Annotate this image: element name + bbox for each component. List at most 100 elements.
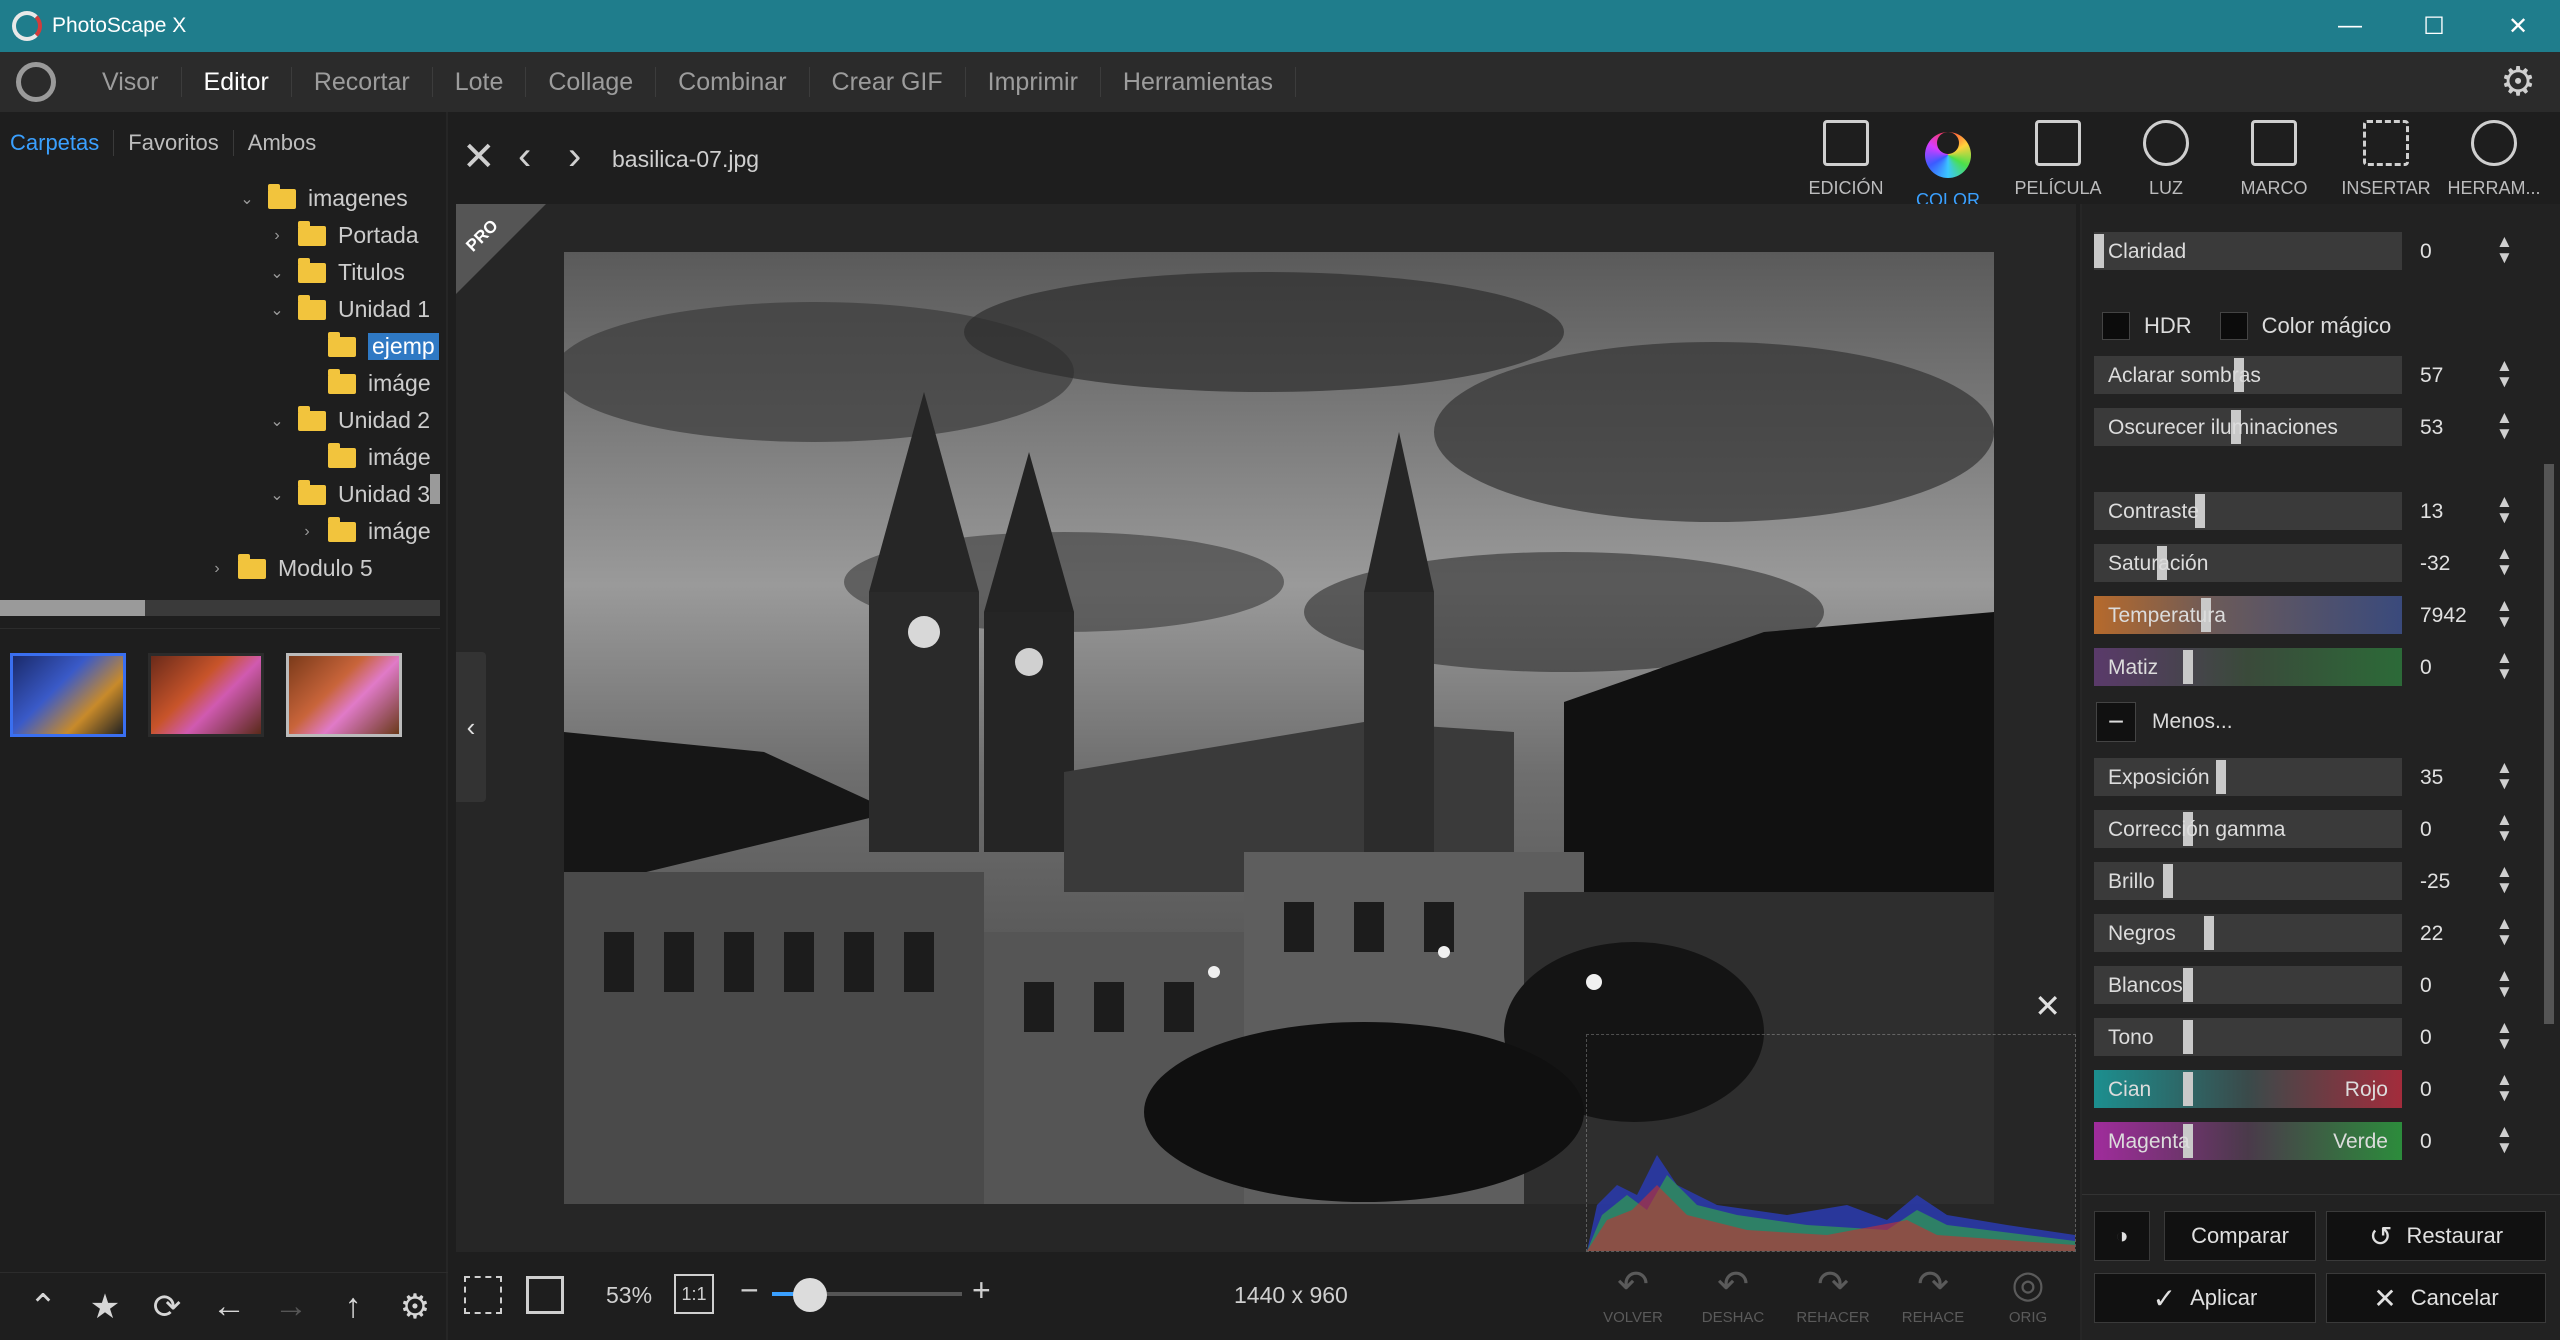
arrow-left-icon[interactable]: ←	[198, 1287, 260, 1326]
spinner-arrows-icon[interactable]: ▲ ▼	[2496, 233, 2513, 266]
history-rehacer-todo-button[interactable]: ↷ REHACE	[1888, 1262, 1978, 1326]
slider-value[interactable]: 0	[2420, 974, 2432, 998]
arrow-up-icon[interactable]: ↑	[322, 1287, 384, 1326]
grid-toggle-icon[interactable]	[464, 1276, 502, 1314]
slider-value[interactable]: 0	[2420, 1130, 2432, 1154]
minimize-button[interactable]: —	[2308, 0, 2392, 52]
tab-carpetas[interactable]: Carpetas	[10, 130, 115, 156]
slider-value[interactable]: -32	[2420, 552, 2450, 576]
apply-button[interactable]: ✓ Aplicar	[2094, 1273, 2316, 1323]
spinner-arrows-icon[interactable]: ▲ ▼	[2496, 967, 2513, 1000]
slider-handle[interactable]	[2183, 1072, 2193, 1106]
tree-item[interactable]: ⌄ Titulos	[266, 254, 405, 291]
tree-item[interactable]: › Modulo 5	[206, 550, 373, 587]
slider-handle[interactable]	[2204, 916, 2214, 950]
slider-claridad[interactable]: Claridad 0 ▲ ▼	[2094, 232, 2514, 270]
thumbnail-viajeros-1[interactable]	[148, 653, 264, 737]
tree-item[interactable]: ⌄ Unidad 2	[266, 402, 430, 439]
close-button[interactable]: ✕	[2476, 0, 2560, 52]
spinner-arrows-icon[interactable]: ▲ ▼	[2496, 409, 2513, 442]
slider-handle[interactable]	[2183, 650, 2193, 684]
slider-value[interactable]: 22	[2420, 922, 2443, 946]
history-deshacer-button[interactable]: ↶ DESHAC	[1688, 1262, 1778, 1326]
thumbnail-viajeros-2[interactable]	[286, 653, 402, 737]
slider-value[interactable]: -25	[2420, 870, 2450, 894]
chevron-down-icon[interactable]: ⌄	[266, 300, 288, 320]
chevron-down-icon[interactable]: ⌄	[266, 485, 288, 505]
zoom-out-button[interactable]: −	[740, 1272, 759, 1309]
spinner-arrows-icon[interactable]: ▲ ▼	[2496, 1019, 2513, 1052]
tool-tab-insertar[interactable]: INSERTAR	[2332, 120, 2440, 204]
tool-tab-pelicula[interactable]: PELÍCULA	[2004, 120, 2112, 204]
tree-item[interactable]: imáge	[296, 439, 431, 476]
less-options-row[interactable]: − Menos...	[2096, 702, 2233, 742]
chevron-down-icon[interactable]: ⌄	[236, 189, 258, 209]
spinner-arrows-icon[interactable]: ▲ ▼	[2496, 597, 2513, 630]
tool-tab-luz[interactable]: LUZ	[2112, 120, 2220, 204]
slider-value[interactable]: 57	[2420, 364, 2443, 388]
slider-value[interactable]: 0	[2420, 818, 2432, 842]
slider-magenta[interactable]: Magenta Verde 0 ▲ ▼	[2094, 1122, 2514, 1160]
slider-oscurecer-iluminaciones[interactable]: Oscurecer iluminaciones 53 ▲ ▼	[2094, 408, 2514, 446]
history-original-button[interactable]: ◎ ORIG	[1988, 1262, 2068, 1326]
slider-handle[interactable]	[2183, 968, 2193, 1002]
gear-icon[interactable]: ⚙	[384, 1287, 446, 1327]
chevron-down-icon[interactable]: ⌄	[266, 263, 288, 283]
slider-tono[interactable]: Tono 0 ▲ ▼	[2094, 1018, 2514, 1056]
spinner-arrows-icon[interactable]: ▲ ▼	[2496, 915, 2513, 948]
slider-exposición[interactable]: Exposición 35 ▲ ▼	[2094, 758, 2514, 796]
slider-blancos[interactable]: Blancos 0 ▲ ▼	[2094, 966, 2514, 1004]
cancel-button[interactable]: ✕ Cancelar	[2326, 1273, 2546, 1323]
collapse-minus-icon[interactable]: −	[2096, 702, 2136, 742]
history-volver-button[interactable]: ↶ VOLVER	[1588, 1262, 1678, 1326]
slider-value[interactable]: 13	[2420, 500, 2443, 524]
tool-tab-herramientas[interactable]: HERRAM...	[2440, 120, 2548, 204]
close-histogram-icon[interactable]: ✕	[2034, 987, 2061, 1025]
tree-item[interactable]: › imáge	[296, 513, 431, 550]
actual-size-button[interactable]: 1:1	[674, 1274, 714, 1314]
tool-tab-color[interactable]: COLOR	[1894, 120, 2002, 210]
spinner-arrows-icon[interactable]: ▲ ▼	[2496, 545, 2513, 578]
chevron-right-icon[interactable]: ›	[206, 560, 228, 578]
fit-view-icon[interactable]	[526, 1276, 564, 1314]
spinner-arrows-icon[interactable]: ▲ ▼	[2496, 863, 2513, 896]
tree-vertical-scrollbar[interactable]	[430, 474, 440, 504]
tree-item[interactable]: ⌄ Unidad 1	[266, 291, 430, 328]
menu-editor[interactable]: Editor	[182, 67, 292, 97]
slider-saturación[interactable]: Saturación -32 ▲ ▼	[2094, 544, 2514, 582]
spinner-arrows-icon[interactable]: ▲ ▼	[2496, 759, 2513, 792]
close-image-icon[interactable]: ✕	[462, 134, 496, 180]
arrow-right-icon[interactable]: →	[260, 1287, 322, 1326]
collapse-panel-button[interactable]: ‹	[456, 652, 486, 802]
slider-handle[interactable]	[2094, 234, 2104, 268]
history-rehacer-button[interactable]: ↷ REHACER	[1788, 1262, 1878, 1326]
chevron-right-icon[interactable]: ›	[266, 227, 288, 245]
compare-button[interactable]: Comparar	[2164, 1211, 2316, 1261]
zoom-slider-handle[interactable]	[793, 1278, 827, 1312]
zoom-in-button[interactable]: +	[972, 1272, 991, 1309]
tree-item[interactable]: › Portada	[266, 217, 419, 254]
slider-corrección-gamma[interactable]: Corrección gamma 0 ▲ ▼	[2094, 810, 2514, 848]
slider-value[interactable]: 0	[2420, 1026, 2432, 1050]
slider-value[interactable]: 35	[2420, 766, 2443, 790]
settings-gear-icon[interactable]: ⚙	[2498, 62, 2538, 102]
hdr-checkbox[interactable]	[2102, 312, 2130, 340]
tree-item-selected[interactable]: ejemp	[296, 328, 439, 365]
chevron-up-icon[interactable]: ⌃	[12, 1287, 74, 1327]
star-icon[interactable]: ★	[74, 1287, 136, 1327]
menu-recortar[interactable]: Recortar	[292, 67, 433, 97]
tree-item[interactable]: ⌄ Unidad 3	[266, 476, 430, 513]
maximize-button[interactable]: ☐	[2392, 0, 2476, 52]
spinner-arrows-icon[interactable]: ▲ ▼	[2496, 1123, 2513, 1156]
image-canvas[interactable]: PRO ‹ ✕	[456, 204, 2076, 1252]
tree-horizontal-scrollbar[interactable]	[0, 600, 145, 616]
slider-brillo[interactable]: Brillo -25 ▲ ▼	[2094, 862, 2514, 900]
spinner-arrows-icon[interactable]: ▲ ▼	[2496, 357, 2513, 390]
tab-favoritos[interactable]: Favoritos	[114, 130, 234, 156]
slider-cian[interactable]: Cian Rojo 0 ▲ ▼	[2094, 1070, 2514, 1108]
spinner-arrows-icon[interactable]: ▲ ▼	[2496, 649, 2513, 682]
spinner-arrows-icon[interactable]: ▲ ▼	[2496, 811, 2513, 844]
slider-value[interactable]: 7942	[2420, 604, 2467, 628]
slider-handle[interactable]	[2183, 1020, 2193, 1054]
menu-visor[interactable]: Visor	[80, 67, 182, 97]
